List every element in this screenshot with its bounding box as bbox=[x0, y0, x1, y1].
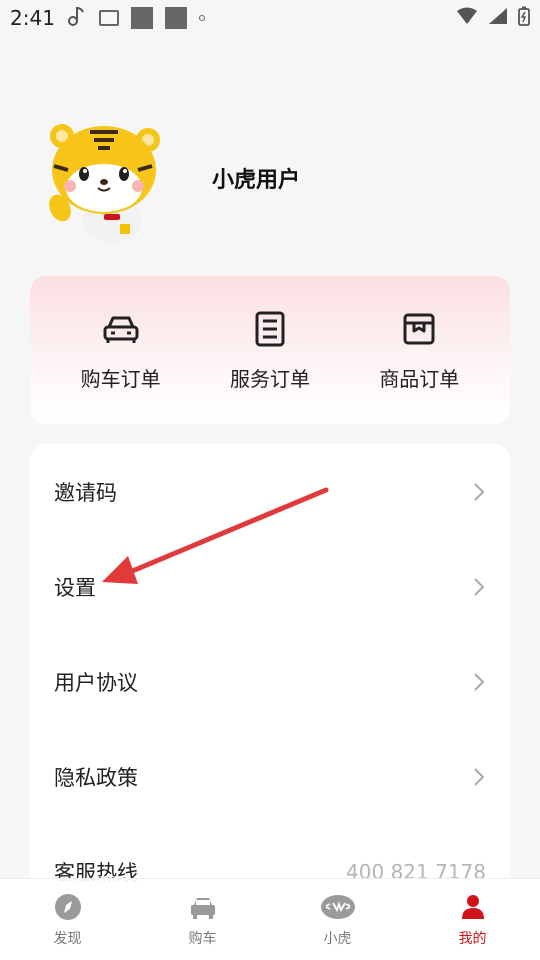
orders-card: 购车订单 服务订单 商品订单 bbox=[30, 276, 510, 424]
status-time: 2:41 bbox=[10, 6, 55, 30]
chevron-right-icon bbox=[474, 672, 485, 691]
chevron-right-icon bbox=[474, 482, 485, 501]
menu-item-label: 设置 bbox=[54, 575, 96, 600]
notification-dot-icon bbox=[198, 15, 205, 21]
battery-icon bbox=[518, 6, 530, 31]
order-label: 商品订单 bbox=[379, 366, 460, 391]
tab-buy-car[interactable]: 购车 bbox=[148, 892, 258, 948]
tab-xiaohu[interactable]: 小虎 bbox=[283, 892, 393, 948]
product-orders-button[interactable]: 商品订单 bbox=[359, 309, 479, 392]
username: 小虎用户 bbox=[212, 168, 301, 193]
tab-label: 购车 bbox=[188, 930, 217, 947]
tiger-logo-icon bbox=[320, 894, 355, 919]
tab-label: 发现 bbox=[53, 930, 82, 947]
menu-item-settings[interactable]: 设置 bbox=[30, 539, 510, 634]
shopping-bag-icon bbox=[403, 313, 435, 344]
status-bar: 2:41 bbox=[0, 0, 540, 36]
signal-icon bbox=[488, 6, 508, 30]
car-icon bbox=[103, 316, 139, 343]
chevron-right-icon bbox=[474, 577, 485, 596]
person-icon bbox=[461, 894, 484, 919]
wifi-icon bbox=[456, 6, 478, 30]
menu-item-user-agreement[interactable]: 用户协议 bbox=[30, 634, 510, 729]
menu-item-label: 用户协议 bbox=[54, 670, 138, 695]
menu-item-label: 隐私政策 bbox=[54, 765, 138, 790]
service-orders-button[interactable]: 服务订单 bbox=[210, 309, 330, 392]
bottom-tab-bar: 发现 购车 小虎 我的 bbox=[0, 878, 540, 960]
music-note-icon bbox=[67, 5, 87, 32]
menu-item-invite-code[interactable]: 邀请码 bbox=[30, 444, 510, 539]
chevron-right-icon bbox=[474, 767, 485, 786]
notification-square-icon bbox=[164, 7, 187, 29]
tab-discover[interactable]: 发现 bbox=[13, 892, 123, 948]
menu-item-label: 邀请码 bbox=[54, 480, 117, 505]
clipboard-icon bbox=[255, 311, 285, 346]
menu-item-privacy-policy[interactable]: 隐私政策 bbox=[30, 729, 510, 824]
tab-mine[interactable]: 我的 bbox=[418, 892, 528, 948]
tab-label: 小虎 bbox=[323, 930, 352, 947]
car-orders-button[interactable]: 购车订单 bbox=[61, 309, 181, 392]
order-label: 购车订单 bbox=[80, 366, 161, 391]
compass-icon bbox=[54, 893, 81, 920]
tiger-mascot-avatar[interactable] bbox=[40, 118, 170, 248]
tab-label: 我的 bbox=[458, 930, 487, 947]
profile-header[interactable]: 小虎用户 bbox=[40, 118, 300, 248]
gallery-notification-icon bbox=[98, 10, 119, 26]
notification-square-icon bbox=[130, 7, 153, 29]
order-label: 服务订单 bbox=[229, 366, 310, 391]
car-icon bbox=[190, 897, 215, 919]
